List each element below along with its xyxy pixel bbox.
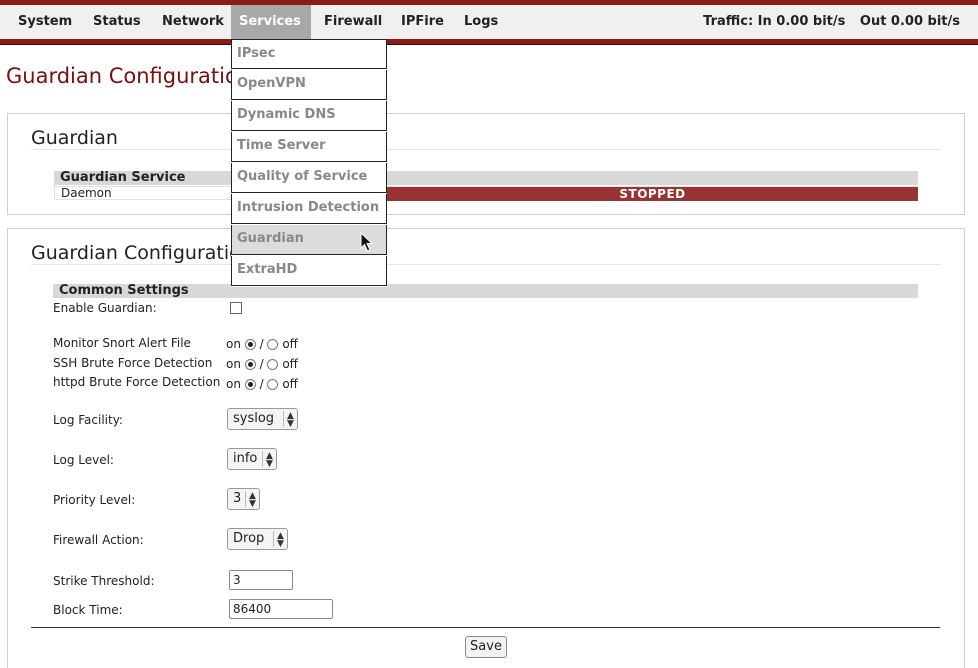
- log-facility-value: syslog: [233, 411, 275, 426]
- firewall-action-select[interactable]: Drop ▲ ▼: [227, 528, 288, 550]
- priority-level-select[interactable]: 3 ▲ ▼: [227, 488, 260, 510]
- nav-divider: [0, 44, 978, 45]
- traffic-indicator: Traffic: In 0.00 bit/s Out 0.00 bit/s: [699, 5, 960, 39]
- menu-item-quality-of-service[interactable]: Quality of Service: [231, 163, 387, 193]
- config-panel-title: Guardian Configuration: [31, 242, 253, 264]
- nav-firewall[interactable]: Firewall: [316, 5, 390, 39]
- nav-status[interactable]: Status: [85, 5, 149, 39]
- on-label: on: [226, 337, 241, 351]
- httpd-brute-force-on-radio[interactable]: [244, 379, 256, 390]
- priority-level-label: Priority Level:: [53, 493, 136, 507]
- nav-services[interactable]: Services: [231, 5, 311, 39]
- strike-threshold-input[interactable]: 3: [229, 570, 293, 590]
- top-nav-bar: System Status Network Services Firewall …: [0, 0, 978, 45]
- menu-item-intrusion-detection[interactable]: Intrusion Detection: [231, 194, 387, 224]
- on-label: on: [226, 357, 241, 371]
- httpd-brute-force-radios: on / off: [226, 377, 298, 391]
- monitor-snort-radios: on / off: [226, 337, 298, 351]
- daemon-label: Daemon: [61, 186, 112, 200]
- block-time-input[interactable]: 86400: [229, 599, 333, 619]
- monitor-snort-on-radio[interactable]: [244, 339, 256, 350]
- select-arrows-icon: ▲ ▼: [245, 491, 259, 509]
- menu-item-extrahd[interactable]: ExtraHD: [231, 256, 387, 286]
- off-label: off: [282, 377, 298, 391]
- menu-item-openvpn[interactable]: OpenVPN: [231, 70, 387, 100]
- log-level-select[interactable]: info ▲ ▼: [227, 448, 277, 470]
- nav-system[interactable]: System: [10, 5, 80, 39]
- guardian-service-header: Guardian Service: [54, 171, 918, 185]
- enable-guardian-label: Enable Guardian:: [53, 301, 157, 315]
- off-label: off: [282, 337, 298, 351]
- monitor-snort-label: Monitor Snort Alert File: [53, 336, 191, 350]
- ssh-brute-force-label: SSH Brute Force Detection: [53, 356, 213, 370]
- traffic-in: Traffic: In 0.00 bit/s: [703, 14, 846, 29]
- priority-level-value: 3: [233, 491, 242, 506]
- httpd-brute-force-off-radio[interactable]: [267, 379, 279, 390]
- select-arrows-icon: ▲ ▼: [262, 451, 276, 469]
- status-badge: STOPPED: [387, 187, 918, 201]
- separator: /: [259, 377, 264, 391]
- mouse-pointer-icon: [360, 232, 374, 252]
- menu-item-ipsec[interactable]: IPsec: [231, 39, 387, 69]
- ssh-brute-force-off-radio[interactable]: [267, 359, 279, 370]
- log-facility-select[interactable]: syslog ▲ ▼: [227, 408, 298, 430]
- common-settings-header: Common Settings: [53, 284, 918, 298]
- httpd-brute-force-label: httpd Brute Force Detection: [53, 375, 221, 389]
- select-arrows-icon: ▲ ▼: [273, 531, 287, 549]
- log-level-value: info: [233, 451, 258, 466]
- ssh-brute-force-radios: on / off: [226, 357, 298, 371]
- guardian-status-panel: Guardian Guardian Service Daemon STOPPED: [7, 113, 965, 215]
- off-label: off: [282, 357, 298, 371]
- menu-item-time-server[interactable]: Time Server: [231, 132, 387, 162]
- nav-network[interactable]: Network: [154, 5, 232, 39]
- log-level-label: Log Level:: [53, 453, 114, 467]
- firewall-action-label: Firewall Action:: [53, 533, 144, 547]
- panel-rule: [31, 149, 941, 150]
- separator: /: [259, 357, 264, 371]
- menu-item-dynamic-dns[interactable]: Dynamic DNS: [231, 101, 387, 131]
- page-title: Guardian Configuration: [6, 64, 252, 88]
- strike-threshold-label: Strike Threshold:: [53, 574, 155, 588]
- log-facility-label: Log Facility:: [53, 413, 123, 427]
- separator: /: [259, 337, 264, 351]
- on-label: on: [226, 377, 241, 391]
- ssh-brute-force-on-radio[interactable]: [244, 359, 256, 370]
- save-button[interactable]: Save: [465, 636, 507, 658]
- status-panel-title: Guardian: [31, 127, 118, 149]
- nav-logs[interactable]: Logs: [456, 5, 506, 39]
- monitor-snort-off-radio[interactable]: [267, 339, 279, 350]
- nav-ipfire[interactable]: IPFire: [393, 5, 452, 39]
- select-arrows-icon: ▲ ▼: [283, 411, 297, 429]
- block-time-label: Block Time:: [53, 603, 123, 617]
- traffic-out: Out 0.00 bit/s: [859, 14, 960, 29]
- panel-rule: [31, 264, 941, 265]
- form-divider: [31, 627, 940, 628]
- firewall-action-value: Drop: [233, 531, 265, 546]
- enable-guardian-checkbox[interactable]: [230, 302, 242, 314]
